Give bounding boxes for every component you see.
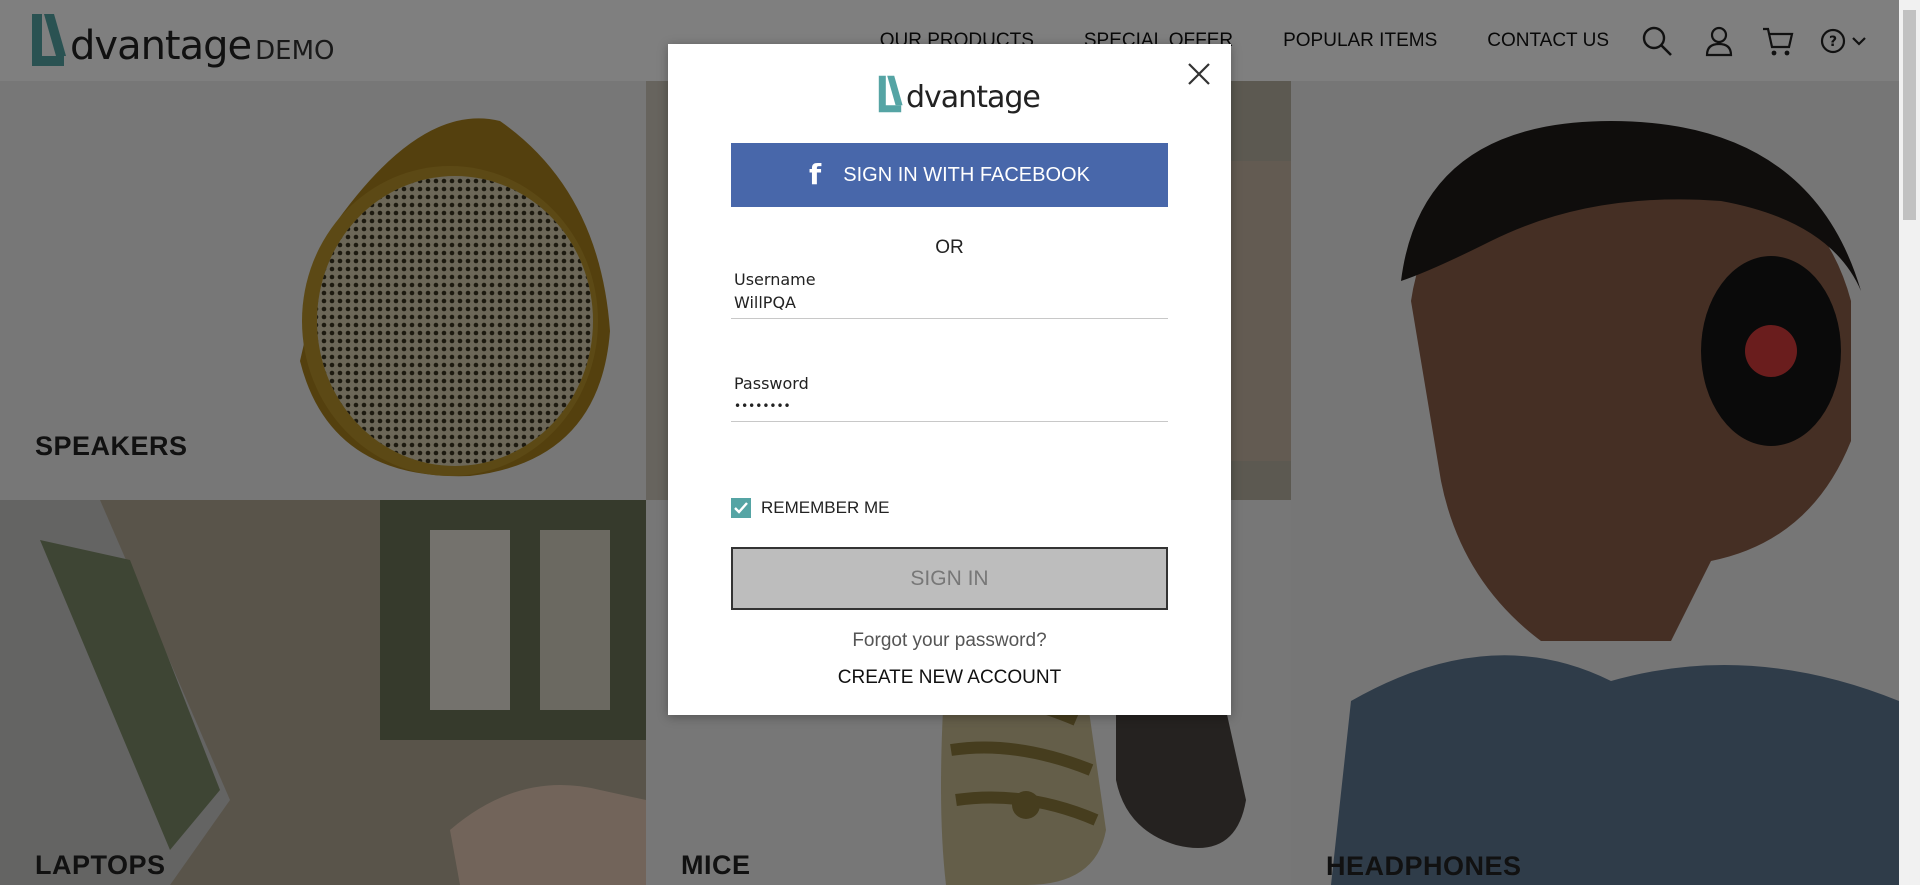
advantage-logo-icon: [878, 75, 903, 113]
password-label: Password: [734, 374, 809, 393]
checkmark-icon: [734, 502, 748, 514]
scrollbar-thumb[interactable]: [1903, 10, 1916, 220]
facebook-signin-button[interactable]: f SIGN IN WITH FACEBOOK: [731, 143, 1168, 207]
username-label: Username: [734, 270, 816, 289]
remember-me-toggle[interactable]: REMEMBER ME: [731, 498, 889, 518]
login-modal: dvantage f SIGN IN WITH FACEBOOK OR User…: [668, 44, 1231, 715]
close-icon[interactable]: [1185, 60, 1213, 88]
password-field: Password: [731, 374, 1168, 422]
page-scrollbar[interactable]: [1899, 0, 1920, 885]
facebook-icon: f: [809, 158, 822, 191]
username-field: Username: [731, 270, 1168, 319]
create-account-link[interactable]: CREATE NEW ACCOUNT: [668, 667, 1231, 689]
password-input[interactable]: [731, 393, 1168, 422]
username-input[interactable]: [731, 289, 1168, 319]
modal-logo: dvantage: [876, 74, 1041, 115]
facebook-signin-label: SIGN IN WITH FACEBOOK: [843, 163, 1090, 186]
modal-logo-text: dvantage: [906, 80, 1041, 115]
forgot-password-link[interactable]: Forgot your password?: [668, 630, 1231, 652]
or-divider: OR: [935, 237, 964, 258]
signin-button[interactable]: SIGN IN: [731, 547, 1168, 610]
remember-me-checkbox[interactable]: [731, 498, 751, 518]
remember-me-label: REMEMBER ME: [761, 498, 890, 517]
